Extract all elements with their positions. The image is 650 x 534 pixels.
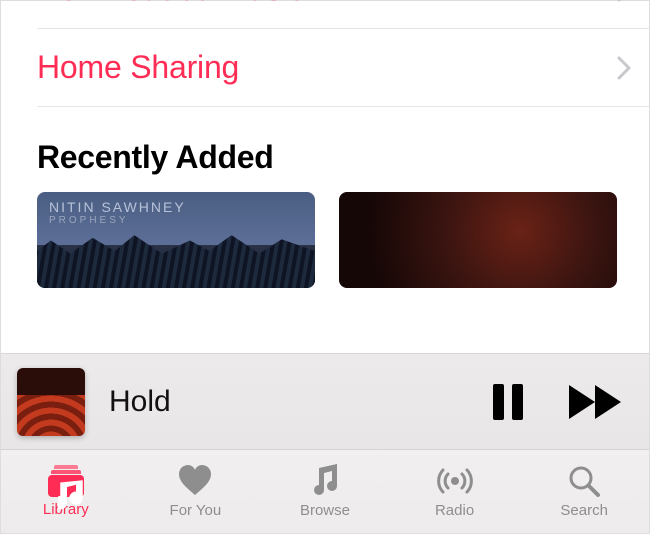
now-playing-artwork <box>17 368 85 436</box>
pause-button[interactable] <box>493 384 523 420</box>
tab-library[interactable]: Library <box>1 450 131 533</box>
library-row-label: Downloaded Music <box>37 0 304 8</box>
album-tile[interactable] <box>339 192 617 288</box>
tab-bar: Library For You Browse Radio Search <box>1 449 649 533</box>
now-playing-title: Hold <box>109 385 469 419</box>
library-category-list: Downloaded Music Home Sharing <box>1 0 649 107</box>
recently-added-heading: Recently Added <box>1 107 649 192</box>
library-row-downloaded-music[interactable]: Downloaded Music <box>37 0 649 29</box>
radio-icon <box>437 464 473 498</box>
chevron-right-icon <box>617 0 631 2</box>
tab-browse[interactable]: Browse <box>260 450 390 533</box>
tab-for-you[interactable]: For You <box>131 450 261 533</box>
next-track-icon <box>569 385 621 419</box>
next-track-button[interactable] <box>569 385 621 419</box>
library-icon <box>48 465 84 497</box>
tab-label: Search <box>560 502 608 519</box>
tab-radio[interactable]: Radio <box>390 450 520 533</box>
now-playing-bar[interactable]: Hold <box>1 353 649 449</box>
recently-added-grid[interactable]: NITIN SAWHNEY PROPHESY <box>1 192 649 288</box>
tab-label: For You <box>170 502 222 519</box>
album-artist-text: NITIN SAWHNEY PROPHESY <box>49 200 186 226</box>
heart-icon <box>177 464 213 498</box>
library-row-home-sharing[interactable]: Home Sharing <box>37 29 649 107</box>
album-tile[interactable]: NITIN SAWHNEY PROPHESY <box>37 192 315 288</box>
now-playing-controls <box>493 384 621 420</box>
library-row-label: Home Sharing <box>37 49 239 86</box>
tab-label: Browse <box>300 502 350 519</box>
tab-label: Radio <box>435 502 474 519</box>
search-icon <box>566 464 602 498</box>
pause-icon <box>493 384 523 420</box>
music-note-icon <box>307 464 343 498</box>
tab-search[interactable]: Search <box>519 450 649 533</box>
chevron-right-icon <box>617 56 631 80</box>
